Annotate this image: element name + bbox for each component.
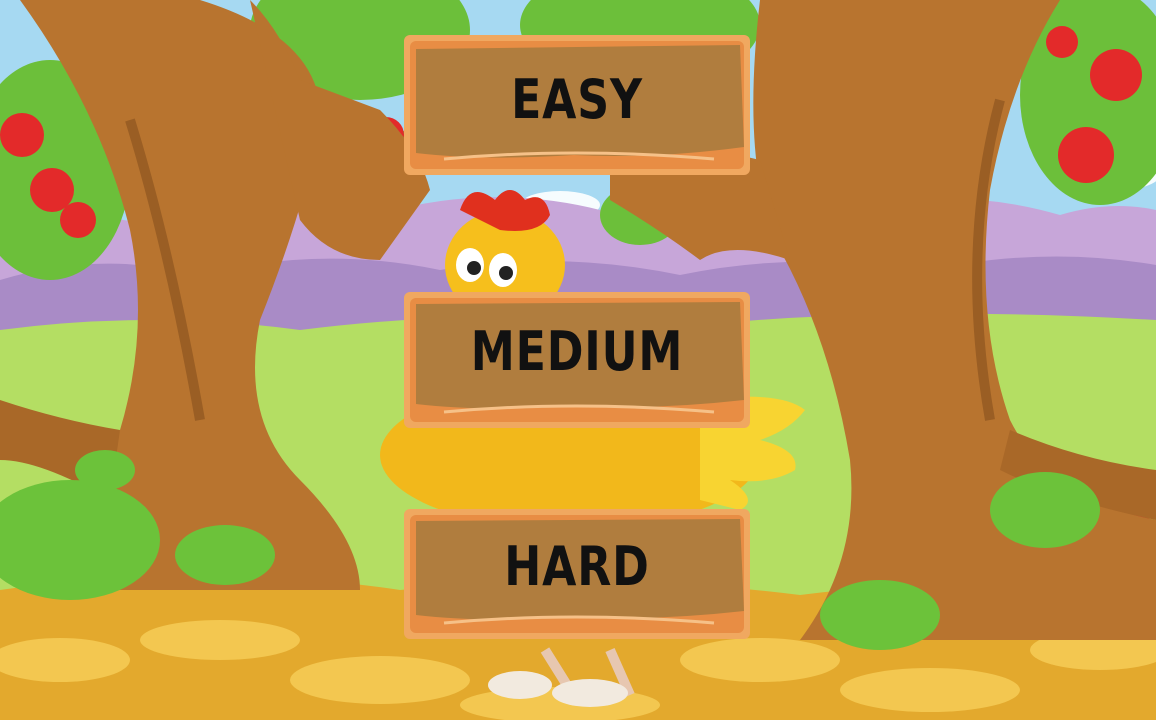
easy-button[interactable]: EASY <box>404 35 750 175</box>
medium-button[interactable]: MEDIUM <box>404 292 750 428</box>
hard-label: HARD <box>504 535 650 598</box>
medium-label: MEDIUM <box>470 320 684 383</box>
hard-button[interactable]: HARD <box>404 509 750 639</box>
easy-label: EASY <box>511 68 643 131</box>
